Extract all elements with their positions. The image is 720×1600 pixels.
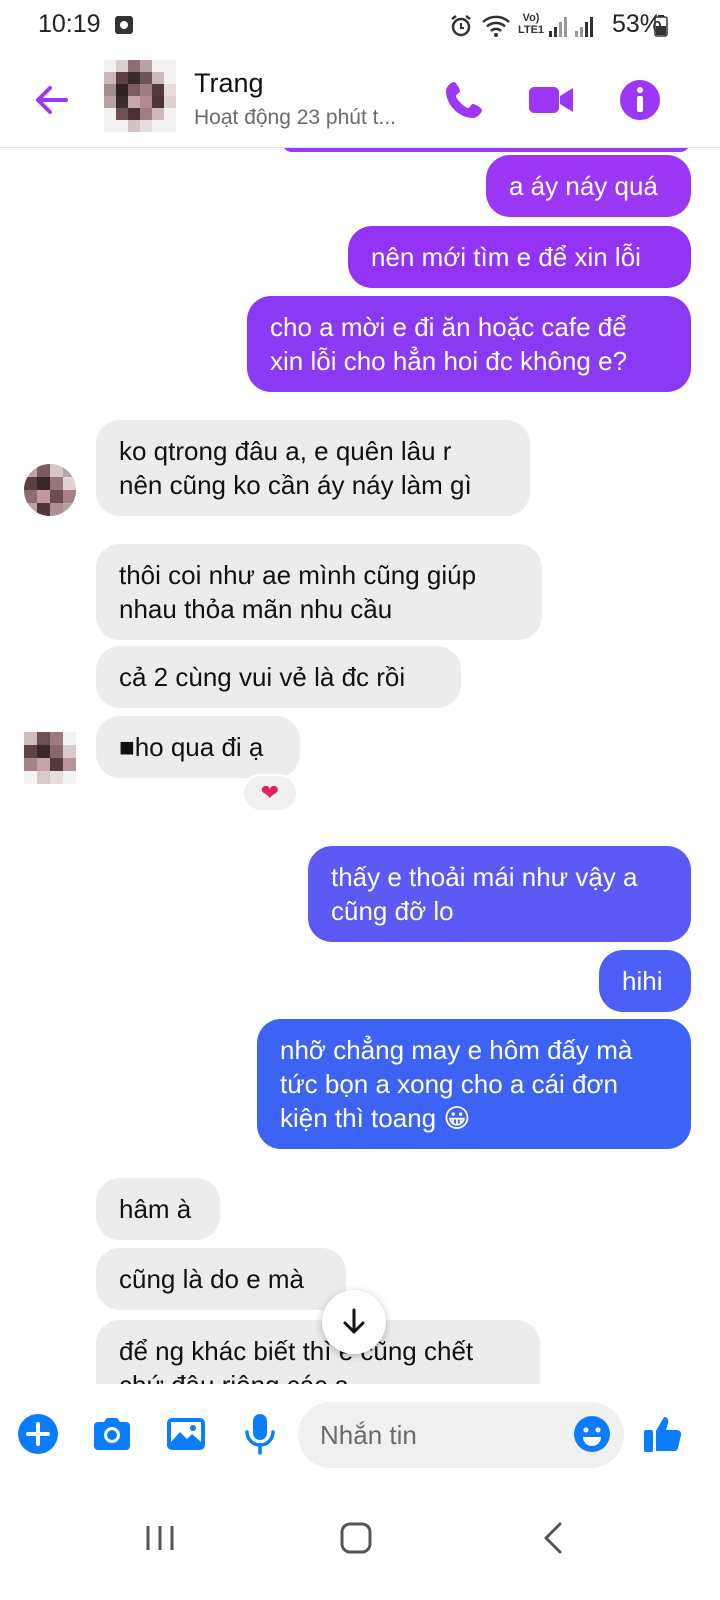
- message-bubble-out[interactable]: a áy náy quá: [486, 155, 691, 217]
- microphone-icon: [245, 1414, 275, 1455]
- contact-avatar-small: [24, 464, 76, 516]
- message-bubble-in[interactable]: ■ho qua đi ạ: [96, 716, 300, 778]
- info-icon: [620, 80, 660, 120]
- heart-reaction[interactable]: ❤: [242, 774, 298, 812]
- video-call-button[interactable]: [526, 76, 574, 124]
- video-camera-icon: [529, 87, 573, 113]
- contact-name[interactable]: Trang: [194, 68, 264, 99]
- emoji-icon: [574, 1416, 610, 1452]
- arrow-down-icon: [343, 1308, 365, 1334]
- emoji-button[interactable]: [568, 1410, 616, 1458]
- image-icon: [167, 1418, 205, 1450]
- message-bubble-out[interactable]: hihi: [599, 950, 691, 1012]
- message-bubble-out[interactable]: nên mới tìm e để xin lỗi: [348, 226, 691, 288]
- contact-avatar[interactable]: [104, 60, 176, 132]
- voice-message-button[interactable]: [236, 1410, 284, 1458]
- home-icon: [340, 1522, 372, 1554]
- chevron-left-icon: [544, 1522, 562, 1554]
- plus-circle-icon: [18, 1414, 58, 1454]
- wifi-icon: [481, 14, 511, 43]
- message-bubble-in[interactable]: để ng khác biết thì e cũng chết chứ đâu …: [96, 1320, 540, 1384]
- recent-apps-button[interactable]: [130, 1508, 190, 1568]
- back-button[interactable]: [30, 78, 74, 122]
- screenshot-notification-icon: [114, 15, 134, 40]
- recent-apps-icon: [146, 1526, 174, 1550]
- status-bar: 10:19 Vo) LTE1 53%: [0, 0, 720, 52]
- status-time: 10:19: [38, 10, 101, 38]
- network-type: Vo) LTE1: [517, 12, 545, 36]
- info-button[interactable]: [616, 76, 664, 124]
- system-navigation-bar: [0, 1484, 720, 1600]
- signal-2-icon: [574, 14, 594, 43]
- message-bubble-out[interactable]: thấy e thoải mái như vậy a cũng đỡ lo: [308, 846, 691, 942]
- message-bubble-out[interactable]: cho a mời e đi ăn hoặc cafe để xin lỗi c…: [247, 296, 691, 392]
- camera-icon: [94, 1418, 130, 1450]
- scroll-to-bottom-button[interactable]: [322, 1290, 386, 1354]
- signal-1-icon: [548, 14, 568, 43]
- message-bubble-in[interactable]: thôi coi như ae mình cũng giúp nhau thỏa…: [96, 544, 542, 640]
- contact-active-status: Hoạt động 23 phút t...: [194, 106, 396, 129]
- message-bubble-in[interactable]: cũng là do e mà: [96, 1248, 346, 1310]
- camera-button[interactable]: [88, 1410, 136, 1458]
- voice-call-button[interactable]: [440, 76, 488, 124]
- battery-icon: [654, 15, 668, 42]
- message-bubble-in[interactable]: hâm à: [96, 1178, 220, 1240]
- phone-icon: [446, 82, 482, 118]
- message-bubble-in[interactable]: cả 2 cùng vui vẻ là đc rồi: [96, 646, 461, 708]
- message-bubble-in[interactable]: ko qtrong đâu a, e quên lâu r nên cũng k…: [96, 420, 530, 516]
- more-actions-button[interactable]: [14, 1410, 62, 1458]
- message-list[interactable]: a áy náy quá nên mới tìm e để xin lỗi ch…: [0, 148, 720, 1384]
- alarm-icon: [449, 14, 473, 43]
- system-back-button[interactable]: [524, 1508, 584, 1568]
- home-button[interactable]: [326, 1508, 386, 1568]
- previous-message-edge: [282, 148, 690, 152]
- like-button[interactable]: [640, 1410, 688, 1458]
- contact-avatar-small: [24, 732, 76, 784]
- thumbs-up-icon: [644, 1417, 682, 1452]
- message-bubble-out[interactable]: nhỡ chẳng may e hôm đấy mà tức bọn a xon…: [257, 1019, 691, 1149]
- composer-bar: [0, 1384, 720, 1484]
- arrow-left-icon: [36, 86, 68, 114]
- conversation-header: Trang Hoạt động 23 phút t...: [0, 52, 720, 148]
- gallery-button[interactable]: [162, 1410, 210, 1458]
